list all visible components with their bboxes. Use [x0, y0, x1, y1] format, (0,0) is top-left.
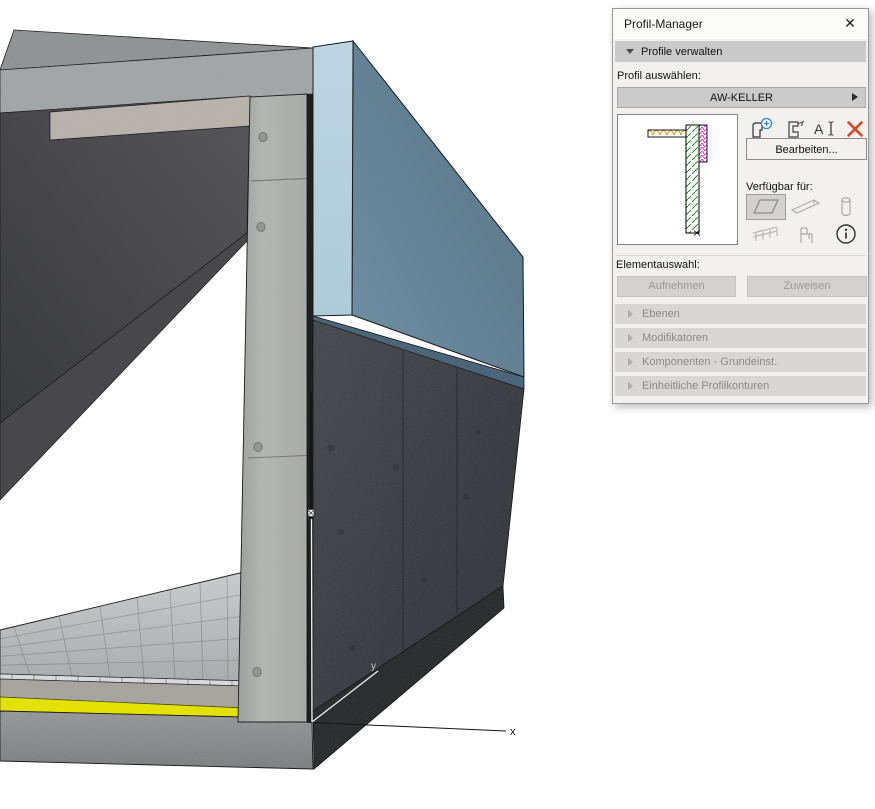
profile-layer-green [686, 125, 699, 233]
y-axis-label: y [371, 661, 376, 672]
wall-icon [750, 196, 782, 218]
assign-button[interactable]: Zuweisen [747, 276, 867, 297]
section-ebenen[interactable]: Ebenen [615, 304, 866, 324]
profile-preview [617, 114, 738, 245]
profile-layer-magenta [699, 125, 707, 162]
pickup-button[interactable]: Aufnehmen [617, 276, 736, 297]
stair-toggle[interactable] [786, 221, 826, 247]
column-toggle[interactable] [826, 194, 866, 220]
column-icon [839, 195, 853, 219]
selected-edge-highlight[interactable] [312, 519, 313, 722]
section-label: Komponenten - Grundeinst. [642, 356, 777, 368]
hotspot-marker[interactable] [308, 510, 314, 517]
profile-dropdown-value: AW-KELLER [710, 92, 773, 104]
profil-manager-dialog: Profil-Manager ✕ Profile verwalten Profi… [612, 8, 869, 404]
section-profilkonturen[interactable]: Einheitliche Profilkonturen [615, 376, 866, 396]
close-icon[interactable]: ✕ [841, 14, 859, 32]
stair-icon [795, 222, 817, 246]
railing-icon [751, 224, 781, 244]
x-axis-label: x [510, 726, 516, 738]
chevron-right-icon [628, 358, 633, 366]
wall-toggle[interactable] [746, 194, 786, 220]
beam-toggle[interactable] [786, 194, 826, 220]
section-label: Modifikatoren [642, 332, 708, 344]
profile-dropdown[interactable]: AW-KELLER [617, 87, 866, 108]
svg-text:A: A [814, 121, 824, 137]
info-icon [835, 223, 857, 245]
accordion-profile-verwalten[interactable]: Profile verwalten [615, 41, 866, 62]
section-label: Ebenen [642, 308, 680, 320]
profile-preview-drawing [618, 115, 737, 244]
section-modifikatoren[interactable]: Modifikatoren [615, 328, 866, 348]
accordion-header-label: Profile verwalten [641, 46, 722, 58]
railing-toggle[interactable] [746, 221, 786, 247]
profile-select-label: Profil auswählen: [617, 70, 701, 82]
chevron-down-icon [626, 49, 634, 54]
info-button[interactable] [826, 221, 866, 247]
section-komponenten[interactable]: Komponenten - Grundeinst. [615, 352, 866, 372]
beam-icon [790, 196, 822, 218]
chevron-right-icon [628, 382, 633, 390]
element-selection-label: Elementauswahl: [616, 259, 700, 271]
chevron-right-icon [852, 93, 858, 101]
chevron-right-icon [628, 310, 633, 318]
dialog-title: Profil-Manager [624, 17, 703, 31]
dialog-titlebar[interactable]: Profil-Manager ✕ [613, 9, 868, 39]
edit-button[interactable]: Bearbeiten... [746, 138, 867, 160]
available-for-grid [746, 193, 867, 247]
available-for-label: Verfügbar für: [746, 181, 813, 193]
section-label: Einheitliche Profilkonturen [642, 380, 769, 392]
floor-tiles[interactable] [0, 572, 246, 681]
delete-profile-icon[interactable] [845, 118, 865, 140]
divider [615, 255, 866, 256]
chevron-right-icon [628, 334, 633, 342]
profile-layer-orange [648, 130, 686, 137]
insulation-panel-cut-face[interactable] [313, 41, 353, 316]
insulation-panel-front-face[interactable] [352, 41, 524, 377]
